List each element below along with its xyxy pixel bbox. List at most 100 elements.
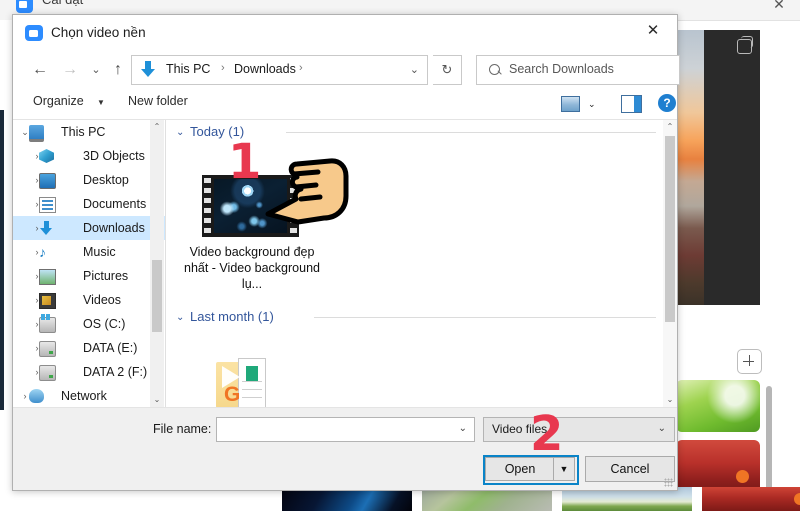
- back-button[interactable]: ←: [27, 57, 53, 83]
- folder-item-icon[interactable]: G: [216, 358, 276, 407]
- navigation-bar: ← → ⌄ ↑ This PC › Downloads › ⌄ ↻ Search…: [13, 51, 680, 89]
- file-name-field-label: File name:: [153, 422, 212, 436]
- scroll-down-icon[interactable]: ⌄: [663, 393, 677, 407]
- zoom-window-title: Cài đặt: [42, 0, 83, 7]
- file-type-filter-dropdown[interactable]: Video files ⌄: [483, 417, 675, 442]
- command-bar: Organize ▼ New folder ⌄ ?: [13, 89, 677, 120]
- file-name-label: Video background đẹp nhất - Video backgr…: [184, 245, 320, 291]
- help-icon[interactable]: ?: [658, 94, 676, 112]
- music-icon: ♪: [39, 244, 46, 260]
- sidebar-item-label: Documents: [83, 197, 147, 211]
- dialog-footer: File name: ⌄ Video files ⌄ Open ▼ Cancel: [13, 407, 677, 490]
- tree-scrollbar[interactable]: ⌃ ⌄: [150, 120, 164, 407]
- sidebar-item-pictures[interactable]: › Pictures: [13, 264, 165, 288]
- soccer-team-background-thumbnail[interactable]: [702, 487, 800, 511]
- resize-grip[interactable]: [664, 478, 673, 487]
- organize-button[interactable]: Organize: [33, 94, 84, 108]
- os-drive-icon: [39, 314, 56, 333]
- sidebar-item-music[interactable]: › ♪ Music: [13, 240, 165, 264]
- pictures-icon: [39, 269, 56, 285]
- preview-video-surface: [704, 30, 760, 305]
- chevron-down-icon[interactable]: ⌄: [176, 312, 184, 323]
- group-header-last-month[interactable]: Last month (1): [190, 309, 274, 324]
- search-box[interactable]: Search Downloads: [476, 55, 680, 85]
- sidebar-item-this-pc[interactable]: ⌄ This PC: [13, 120, 165, 144]
- video-preview-area: [676, 30, 760, 305]
- sidebar-item-label: DATA (E:): [83, 341, 138, 355]
- dialog-close-button[interactable]: ✕: [631, 15, 675, 47]
- drive-icon: [39, 341, 56, 357]
- grass-background-thumbnail[interactable]: [676, 380, 760, 432]
- sidebar-item-3d-objects[interactable]: › 3D Objects: [13, 144, 165, 168]
- up-button[interactable]: ↑: [105, 57, 131, 83]
- network-icon: [29, 389, 44, 403]
- breadcrumb-separator: ›: [221, 62, 225, 74]
- annotation-step-1: 1: [228, 134, 262, 190]
- downloads-icon: [140, 61, 156, 78]
- sidebar-item-label: DATA 2 (F:): [83, 365, 148, 379]
- sidebar-item-videos[interactable]: › Videos: [13, 288, 165, 312]
- drive-icon: [39, 365, 56, 381]
- documents-icon: [39, 197, 56, 213]
- preview-pane-icon[interactable]: [621, 95, 642, 113]
- zoom-app-icon: [16, 0, 33, 13]
- forward-button[interactable]: →: [57, 57, 83, 83]
- new-folder-button[interactable]: New folder: [128, 94, 188, 108]
- open-file-dialog: Chọn video nền ✕ ← → ⌄ ↑ This PC › Downl…: [12, 14, 680, 491]
- sidebar-item-label: Network: [61, 389, 107, 403]
- group-divider: [314, 317, 656, 318]
- videos-icon: [39, 293, 56, 309]
- file-list-scrollbar[interactable]: ⌃ ⌄: [663, 120, 677, 407]
- navigation-tree: ⌄ This PC › 3D Objects › Desktop › Docum…: [13, 120, 165, 407]
- sidebar-item-data-e[interactable]: › DATA (E:): [13, 336, 165, 360]
- computer-icon: [29, 125, 44, 142]
- sidebar-item-label: Desktop: [83, 173, 129, 187]
- sidebar-item-label: Downloads: [83, 221, 145, 235]
- sidebar-item-network[interactable]: › Network: [13, 384, 165, 407]
- sidebar-item-label: Music: [83, 245, 116, 259]
- add-background-button[interactable]: [737, 349, 762, 374]
- refresh-icon[interactable]: ↻: [433, 55, 462, 85]
- dialog-title: Chọn video nền: [51, 25, 146, 40]
- preview-sunset-image: [676, 30, 704, 305]
- sidebar-item-label: 3D Objects: [83, 149, 145, 163]
- chevron-down-icon[interactable]: ⌄: [658, 423, 666, 434]
- sidebar-item-label: Videos: [83, 293, 121, 307]
- annotation-step-2: 2: [530, 406, 564, 462]
- file-list-scrollbar-thumb[interactable]: [665, 136, 675, 322]
- breadcrumb-this-pc[interactable]: This PC: [166, 62, 210, 76]
- sidebar-item-desktop[interactable]: › Desktop: [13, 168, 165, 192]
- address-bar[interactable]: This PC › Downloads › ⌄: [131, 55, 428, 85]
- background-list-scrollbar[interactable]: [766, 386, 772, 496]
- zoom-window-close-button[interactable]: ✕: [768, 0, 790, 14]
- scroll-up-icon[interactable]: ⌃: [663, 120, 677, 134]
- sidebar-item-label: Pictures: [83, 269, 129, 283]
- breadcrumb-separator-2: ›: [299, 62, 303, 74]
- zoom-left-accent: [0, 110, 4, 410]
- chevron-down-icon[interactable]: ⌄: [176, 127, 184, 138]
- downloads-icon: [39, 221, 54, 235]
- breadcrumb-downloads[interactable]: Downloads: [234, 62, 296, 76]
- zoom-app-icon: [25, 25, 43, 41]
- sidebar-item-data2-f[interactable]: › DATA 2 (F:): [13, 360, 165, 384]
- view-layout-icon[interactable]: [561, 96, 580, 112]
- scroll-down-icon[interactable]: ⌄: [150, 393, 164, 407]
- sidebar-item-downloads[interactable]: › Downloads: [13, 216, 165, 240]
- chevron-down-icon[interactable]: ⌄: [588, 99, 596, 110]
- sidebar-item-documents[interactable]: › Documents: [13, 192, 165, 216]
- chevron-down-icon[interactable]: ⌄: [410, 63, 419, 76]
- file-name-input[interactable]: ⌄: [216, 417, 475, 442]
- search-placeholder: Search Downloads: [509, 62, 614, 76]
- chevron-down-icon[interactable]: ⌄: [459, 423, 467, 434]
- popout-icon[interactable]: [737, 36, 753, 54]
- sidebar-item-label: OS (C:): [83, 317, 126, 331]
- sidebar-item-os-c[interactable]: › OS (C:): [13, 312, 165, 336]
- pointing-hand-cursor: [265, 158, 349, 225]
- sidebar-item-label: This PC: [61, 125, 106, 139]
- scroll-up-icon[interactable]: ⌃: [150, 120, 164, 134]
- cancel-button[interactable]: Cancel: [585, 456, 675, 482]
- tree-scrollbar-thumb[interactable]: [152, 260, 162, 332]
- dialog-titlebar: Chọn video nền ✕: [13, 15, 677, 51]
- chevron-down-icon[interactable]: ▼: [97, 98, 105, 107]
- group-divider: [286, 132, 656, 133]
